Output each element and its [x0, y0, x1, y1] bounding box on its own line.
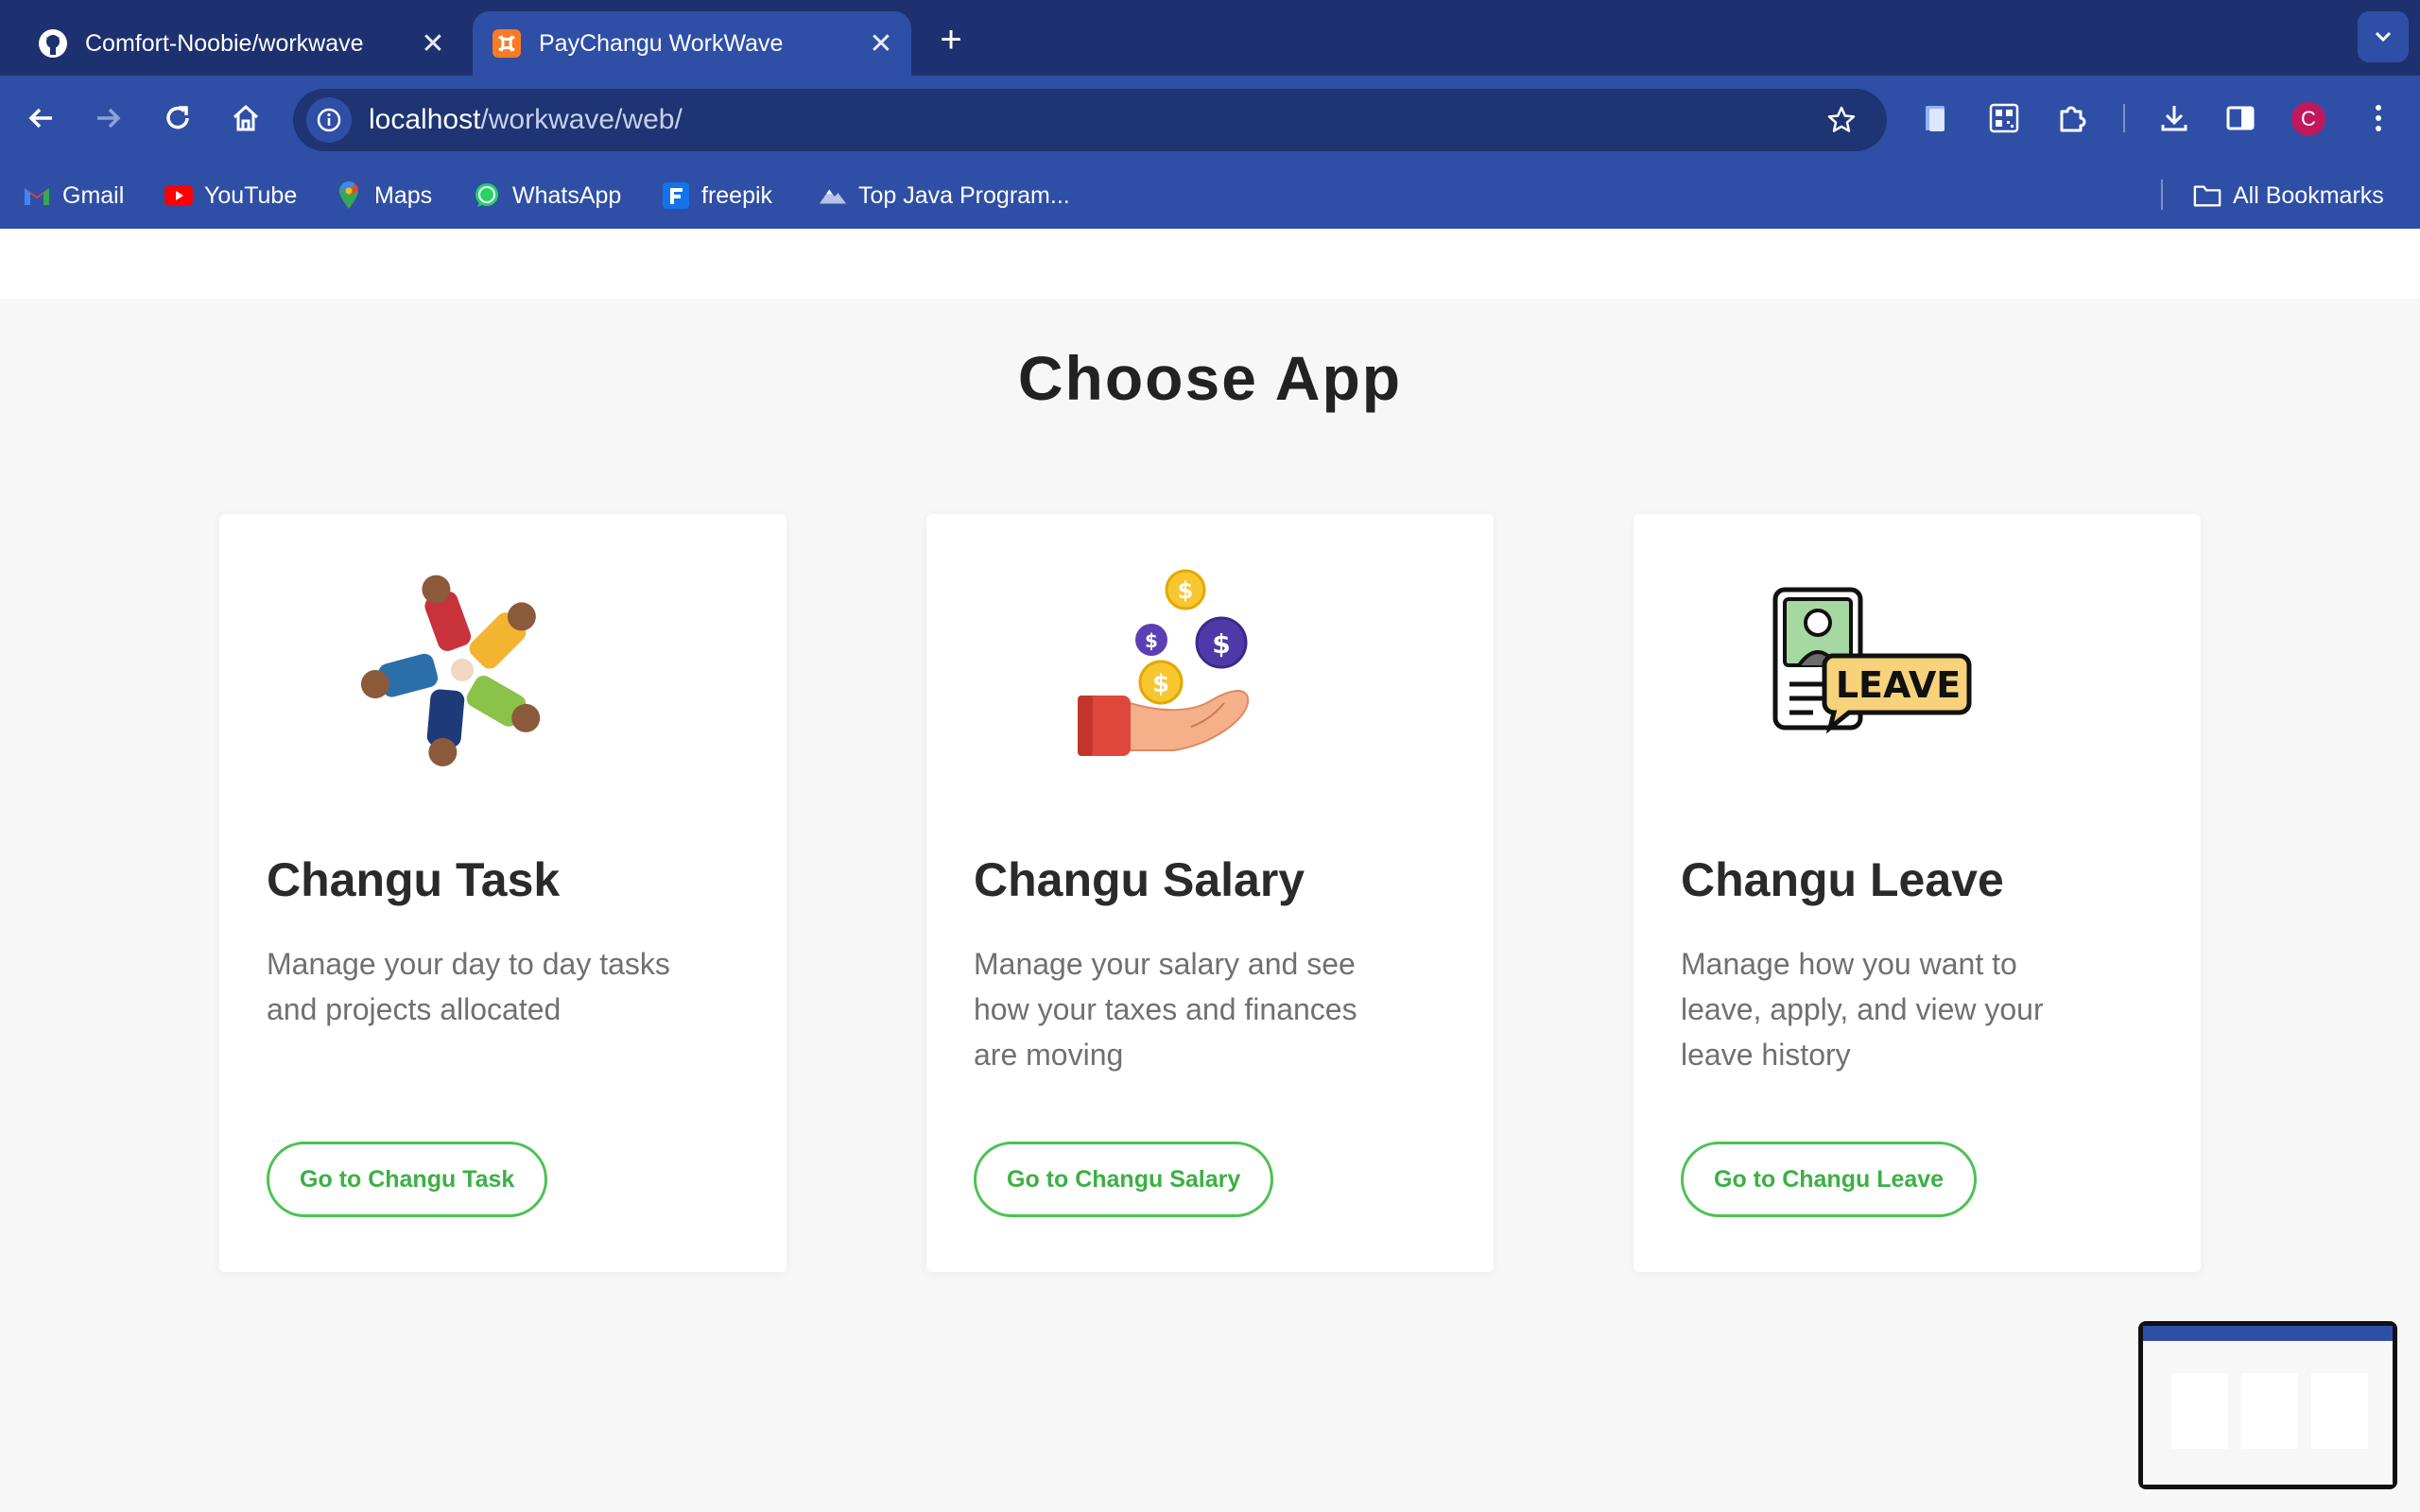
bookmark-gmail[interactable]: Gmail: [23, 178, 124, 214]
extensions-puzzle-icon[interactable]: [2046, 92, 2099, 145]
download-icon[interactable]: [2148, 92, 2201, 145]
bookmarks-bar: Gmail YouTube Maps WhatsApp freepik Top …: [0, 161, 2420, 229]
home-icon: [233, 104, 259, 131]
bookmark-label: Maps: [374, 181, 433, 209]
github-icon: [38, 28, 68, 59]
maps-icon: [335, 181, 363, 210]
back-button[interactable]: [15, 92, 68, 145]
arrow-left-icon: [28, 108, 52, 129]
side-panel-icon[interactable]: [2214, 92, 2267, 145]
kebab-menu-icon[interactable]: [2352, 92, 2405, 145]
arrow-right-icon: [97, 108, 121, 129]
folder-icon: [2193, 181, 2221, 210]
profile-avatar[interactable]: C: [2291, 102, 2325, 136]
bookmarks-divider: [2161, 180, 2163, 210]
chevron-down-icon: [2375, 31, 2392, 43]
app-description: Manage your salary and see how your taxe…: [974, 947, 1357, 1072]
qr-code-icon[interactable]: [1978, 92, 2031, 145]
reload-button[interactable]: [151, 92, 204, 145]
app-card-salary: $ $ $ $ Changu Salary Manage your salary…: [926, 514, 1494, 1272]
app-name: Changu Leave: [1681, 853, 2004, 906]
screen-preview-thumbnail[interactable]: [2138, 1321, 2397, 1489]
go-to-changu-task-button[interactable]: Go to Changu Task: [267, 1142, 548, 1217]
screen-preview-image: [2143, 1326, 2393, 1485]
reload-icon: [166, 106, 189, 129]
url-path: /workwave/web/: [480, 104, 683, 135]
app-description: Manage your day to day tasks and project…: [267, 947, 670, 1026]
bookmark-label: Top Java Program...: [858, 181, 1070, 209]
address-bar[interactable]: localhost/workwave/web/: [293, 89, 1887, 151]
app-name: Changu Task: [267, 853, 561, 906]
gmail-icon: [23, 181, 51, 210]
bookmark-top-java[interactable]: Top Java Program...: [819, 178, 1070, 214]
leave-icon: LEAVE: [1634, 561, 2201, 779]
whatsapp-icon: [473, 181, 501, 210]
svg-text:$: $: [1152, 670, 1169, 698]
tab-paychangu[interactable]: PayChangu WorkWave ✕: [473, 11, 911, 76]
leave-icon-text: LEAVE: [1836, 664, 1961, 706]
all-bookmarks[interactable]: All Bookmarks: [2193, 178, 2384, 214]
toolbar-divider: [2123, 104, 2125, 132]
freepik-icon: [662, 181, 690, 210]
url-text: localhost/workwave/web/: [369, 104, 1819, 136]
bookmark-label: Gmail: [62, 181, 125, 209]
page-content: Choose App Changu Task Manage your day t…: [0, 229, 2420, 1512]
mountain-icon: [819, 181, 847, 210]
bookmark-whatsapp[interactable]: WhatsApp: [473, 178, 621, 214]
bookmark-freepik[interactable]: freepik: [662, 178, 772, 214]
close-tab-icon[interactable]: ✕: [862, 25, 900, 62]
svg-text:$: $: [1178, 577, 1194, 604]
team-icon: [219, 561, 786, 779]
bookmark-label: WhatsApp: [512, 181, 622, 209]
go-to-changu-leave-button[interactable]: Go to Changu Leave: [1681, 1142, 1978, 1217]
salary-icon: $ $ $ $: [926, 561, 1494, 779]
go-to-changu-salary-button[interactable]: Go to Changu Salary: [974, 1142, 1274, 1217]
tab-title: Comfort-Noobie/workwave: [85, 29, 364, 57]
forward-button[interactable]: [81, 92, 134, 145]
new-tab-button[interactable]: +: [930, 19, 972, 60]
tab-github[interactable]: Comfort-Noobie/workwave ✕: [19, 11, 463, 76]
bookmark-maps[interactable]: Maps: [335, 178, 432, 214]
app-card-leave: LEAVE Changu Leave Manage how you want t…: [1634, 514, 2201, 1272]
home-button[interactable]: [219, 92, 272, 145]
app-name: Changu Salary: [974, 853, 1305, 906]
all-bookmarks-label: All Bookmarks: [2233, 181, 2384, 209]
tab-title: PayChangu WorkWave: [539, 29, 784, 57]
tab-search-button[interactable]: [2358, 11, 2409, 62]
app-description: Manage how you want to leave, apply, and…: [1681, 947, 2044, 1072]
docs-extension-icon[interactable]: [1910, 92, 1962, 145]
toolbar: localhost/workwave/web/ C: [0, 76, 2420, 161]
page-top-strip: [0, 229, 2420, 299]
browser-chrome: Comfort-Noobie/workwave ✕ PayChangu Work…: [0, 0, 2420, 229]
xampp-icon: [492, 28, 522, 59]
svg-text:$: $: [1145, 629, 1158, 652]
url-host: localhost: [369, 104, 481, 135]
close-tab-icon[interactable]: ✕: [414, 25, 452, 62]
tab-strip: Comfort-Noobie/workwave ✕ PayChangu Work…: [0, 0, 2420, 76]
youtube-icon: [164, 181, 193, 210]
bookmark-youtube[interactable]: YouTube: [164, 178, 297, 214]
bookmark-label: YouTube: [204, 181, 298, 209]
svg-text:$: $: [1212, 628, 1230, 660]
app-card-task: Changu Task Manage your day to day tasks…: [219, 514, 786, 1272]
bookmark-star-icon[interactable]: [1819, 97, 1864, 143]
site-info-icon[interactable]: [306, 97, 352, 143]
page-title: Choose App: [1017, 343, 1403, 413]
bookmark-label: freepik: [701, 181, 773, 209]
